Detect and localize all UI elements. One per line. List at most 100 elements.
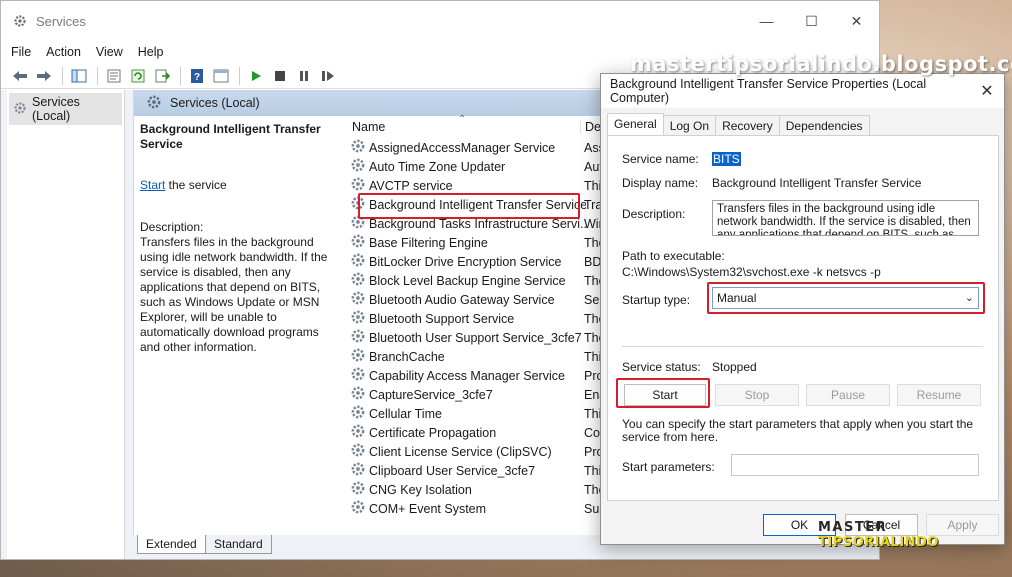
back-arrow-icon[interactable] <box>9 66 31 86</box>
startup-type-label: Startup type: <box>622 293 691 307</box>
start-params-label: Start parameters: <box>622 460 715 474</box>
toolbar-separator <box>180 66 181 85</box>
service-gear-icon <box>350 214 366 233</box>
export-list-icon[interactable] <box>151 66 173 86</box>
blog-watermark: mastertipsorialindo.blogspot.com <box>630 52 1012 76</box>
service-name: Background Intelligent Transfer Service <box>369 197 586 212</box>
service-name: AVCTP service <box>369 178 453 193</box>
selected-service-title: Background Intelligent Transfer Service <box>140 122 321 151</box>
column-header-name[interactable]: Name <box>352 120 385 134</box>
help-icon[interactable]: ? <box>186 66 208 86</box>
tab-extended[interactable]: Extended <box>137 535 206 554</box>
service-name: BitLocker Drive Encryption Service <box>369 254 562 269</box>
description-textbox[interactable]: Transfers files in the background using … <box>712 200 979 236</box>
service-gear-icon <box>350 138 366 157</box>
play-icon[interactable] <box>245 66 267 86</box>
startup-type-select[interactable]: Manual ⌄ <box>712 287 979 309</box>
pause-button[interactable]: Pause <box>806 384 890 406</box>
start-params-input[interactable] <box>731 454 979 476</box>
toolbar-separator <box>97 66 98 85</box>
service-gear-icon <box>350 480 366 499</box>
menu-file[interactable]: File <box>11 45 31 59</box>
service-gear-icon <box>350 252 366 271</box>
minimize-button[interactable]: — <box>744 1 789 41</box>
toolbar-separator <box>62 66 63 85</box>
tree-item-services-local[interactable]: Services (Local) <box>9 93 122 125</box>
services-gear-icon <box>13 14 27 28</box>
service-gear-icon <box>350 385 366 404</box>
path-label: Path to executable: <box>622 249 725 263</box>
path-value: C:\Windows\System32\svchost.exe -k netsv… <box>622 265 881 279</box>
dialog-close-button[interactable]: ✕ <box>970 81 1004 101</box>
window-title: Services <box>36 13 86 29</box>
stop-icon[interactable] <box>269 66 291 86</box>
start-service-link[interactable]: Start <box>140 178 165 192</box>
service-name: Client License Service (ClipSVC) <box>369 444 552 459</box>
dialog-title-bar: Background Intelligent Transfer Service … <box>601 74 1004 108</box>
service-gear-icon <box>350 271 366 290</box>
properties-icon[interactable] <box>103 66 125 86</box>
tab-recovery[interactable]: Recovery <box>715 115 780 135</box>
service-gear-icon <box>350 442 366 461</box>
forward-arrow-icon[interactable] <box>33 66 55 86</box>
pause-icon[interactable] <box>293 66 315 86</box>
service-gear-icon <box>350 461 366 480</box>
resume-button[interactable]: Resume <box>897 384 981 406</box>
service-gear-icon <box>350 423 366 442</box>
service-gear-icon <box>350 309 366 328</box>
service-name: CaptureService_3cfe7 <box>369 387 493 402</box>
refresh-icon[interactable] <box>127 66 149 86</box>
toolbar-separator <box>239 66 240 85</box>
start-service-line: Start the service <box>140 178 332 193</box>
service-gear-icon <box>350 176 366 195</box>
dialog-title: Background Intelligent Transfer Service … <box>610 77 927 105</box>
menu-action[interactable]: Action <box>46 45 81 59</box>
service-name-value: BITS <box>712 152 741 166</box>
general-tab-panel: Service name: BITS Display name: Backgro… <box>607 135 999 501</box>
start-button[interactable]: Start <box>624 384 706 406</box>
display-name-value[interactable]: Background Intelligent Transfer Service <box>712 176 921 190</box>
service-name: Block Level Backup Engine Service <box>369 273 566 288</box>
tab-standard[interactable]: Standard <box>205 535 272 554</box>
service-name: Base Filtering Engine <box>369 235 488 250</box>
service-name: CNG Key Isolation <box>369 482 472 497</box>
service-status-value: Stopped <box>712 360 757 374</box>
description-label: Description: <box>140 220 204 234</box>
service-gear-icon <box>350 157 366 176</box>
stop-button[interactable]: Stop <box>715 384 799 406</box>
startup-type-value: Manual <box>717 291 757 305</box>
service-name: BranchCache <box>369 349 445 364</box>
menu-help[interactable]: Help <box>138 45 164 59</box>
service-name: Bluetooth User Support Service_3cfe7 <box>369 330 582 345</box>
service-name-text[interactable]: BITS <box>712 152 741 166</box>
dialog-tabs: General Log On Recovery Dependencies <box>607 113 870 136</box>
service-gear-icon <box>350 195 366 214</box>
service-gear-icon <box>350 290 366 309</box>
menu-view[interactable]: View <box>96 45 123 59</box>
service-name: Certificate Propagation <box>369 425 497 440</box>
service-gear-icon <box>350 347 366 366</box>
title-bar: Services — ☐ ✕ <box>1 1 879 41</box>
tab-general[interactable]: General <box>607 113 664 135</box>
service-name: Capability Access Manager Service <box>369 368 565 383</box>
services-gear-icon <box>146 94 162 113</box>
tab-log-on[interactable]: Log On <box>662 115 717 135</box>
console-tree: Services (Local) <box>7 90 125 559</box>
tab-dependencies[interactable]: Dependencies <box>778 115 870 135</box>
maximize-button[interactable]: ☐ <box>789 1 834 41</box>
display-name-label: Display name: <box>622 176 699 190</box>
service-gear-icon <box>350 404 366 423</box>
close-button[interactable]: ✕ <box>834 1 879 41</box>
service-name: Clipboard User Service_3cfe7 <box>369 463 536 478</box>
service-name-label: Service name: <box>622 152 699 166</box>
service-name: Bluetooth Audio Gateway Service <box>369 292 555 307</box>
service-name: AssignedAccessManager Service <box>369 140 556 155</box>
chevron-down-icon: ⌄ <box>964 292 974 304</box>
logo-line-2: TIPSORIALINDO <box>818 535 939 550</box>
restart-icon[interactable] <box>317 66 339 86</box>
start-service-suffix: the service <box>165 178 227 192</box>
show-hide-pane-icon[interactable] <box>210 66 232 86</box>
site-logo: MASTER TIPSORIALINDO <box>818 520 939 550</box>
sort-ascending-icon: ⌃ <box>458 114 467 125</box>
console-tree-icon[interactable] <box>68 66 90 86</box>
